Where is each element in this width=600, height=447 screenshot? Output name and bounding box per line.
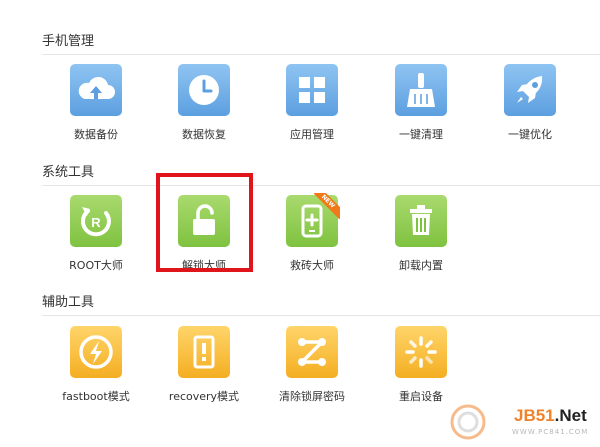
tile-clear-lockscreen-password[interactable]: 清除锁屏密码 [260, 326, 364, 422]
watermark-brand-suffix: .Net [554, 406, 587, 425]
watermark-brand-main: JB51 [514, 406, 555, 425]
tile-label: 一键清理 [399, 128, 443, 141]
lightning-icon [70, 326, 122, 378]
tile-label: fastboot模式 [62, 390, 130, 403]
watermark-url: WWW.PC841.COM [512, 428, 589, 436]
tile-label: 数据恢复 [182, 128, 226, 141]
watermark-brand: JB51.Net [514, 406, 587, 426]
tile-one-click-clean[interactable]: 一键清理 [369, 64, 473, 160]
tile-data-backup[interactable]: 数据备份 [44, 64, 148, 160]
tile-label: 清除锁屏密码 [279, 390, 345, 403]
recovery-icon [178, 326, 230, 378]
pattern-lock-icon [286, 326, 338, 378]
section-divider [42, 185, 600, 186]
tile-label: 救砖大师 [290, 259, 334, 272]
tile-data-restore[interactable]: 数据恢复 [152, 64, 256, 160]
tile-root-master[interactable]: R ROOT大师 [44, 195, 148, 291]
tile-label: ROOT大师 [69, 259, 123, 272]
tile-brick-rescue[interactable]: NEW 救砖大师 [260, 193, 364, 291]
tile-label: 卸载内置 [399, 259, 443, 272]
svg-text:R: R [91, 215, 101, 230]
rocket-icon [504, 64, 556, 116]
tile-label: recovery模式 [168, 390, 240, 403]
tile-app-management[interactable]: 应用管理 [260, 64, 364, 160]
cloud-upload-icon [70, 64, 122, 116]
root-icon: R [70, 195, 122, 247]
new-badge-label: NEW [314, 193, 340, 219]
tile-recovery-mode[interactable]: recovery模式 [152, 326, 256, 422]
app-grid-icon [286, 64, 338, 116]
section-divider [42, 315, 600, 316]
watermark-logo-icon [450, 404, 486, 440]
phone-repair-icon: NEW [286, 193, 340, 247]
tile-label: 数据备份 [74, 128, 118, 141]
toolbox-panel: 手机管理 数据备份 数据恢复 应用管理 一键清理 一键优化 系统工具 R ROO… [0, 0, 600, 447]
section-divider [42, 54, 600, 55]
section-title: 辅助工具 [42, 295, 95, 310]
tile-label: 应用管理 [290, 128, 334, 141]
tile-uninstall-builtin[interactable]: 卸载内置 [369, 195, 473, 291]
restart-spinner-icon [395, 326, 447, 378]
tile-label: 解锁大师 [182, 259, 226, 272]
section-title: 手机管理 [42, 34, 95, 49]
tile-one-click-optimize[interactable]: 一键优化 [478, 64, 582, 160]
new-badge: NEW [314, 193, 340, 219]
clock-icon [178, 64, 230, 116]
tile-label: 一键优化 [508, 128, 552, 141]
section-title: 系统工具 [42, 165, 95, 180]
watermark: JB51.Net WWW.PC841.COM [448, 400, 596, 444]
broom-icon [395, 64, 447, 116]
trash-icon [395, 195, 447, 247]
tile-fastboot-mode[interactable]: fastboot模式 [44, 326, 148, 422]
tile-unlock-master[interactable]: 解锁大师 [152, 195, 256, 291]
unlock-icon [178, 195, 230, 247]
